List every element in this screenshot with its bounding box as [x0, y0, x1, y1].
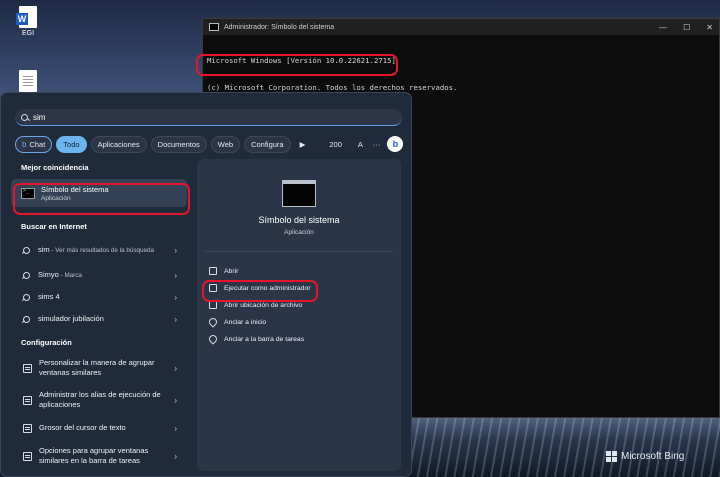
- detail-pane: Símbolo del sistema Aplicación Abrir Eje…: [197, 159, 401, 471]
- filter-all[interactable]: Todo: [56, 135, 87, 153]
- bing-icon[interactable]: b: [387, 136, 404, 152]
- web-result-term: sim: [38, 244, 50, 254]
- web-result[interactable]: sims 4 ›: [11, 286, 187, 308]
- settings-result[interactable]: Grosor del cursor de texto ›: [11, 416, 187, 440]
- filter-chat[interactable]: b Chat: [15, 135, 53, 153]
- action-pin-start[interactable]: Anclar a inicio: [207, 314, 311, 330]
- highlight-command: [196, 54, 398, 76]
- pin-icon: [207, 333, 219, 345]
- chevron-right-icon: ›: [174, 314, 177, 324]
- chevron-right-icon: ›: [174, 270, 177, 280]
- settings-result[interactable]: Opciones para agrupar ventanas similares…: [11, 440, 187, 472]
- action-open[interactable]: Abrir: [209, 263, 311, 279]
- settings-heading: Configuración: [21, 338, 72, 347]
- action-label: Anclar a la barra de tareas: [224, 335, 305, 343]
- web-result[interactable]: sim - Ver más resultados de la búsqueda …: [11, 236, 187, 264]
- folder-icon: [209, 301, 217, 309]
- action-pin-taskbar[interactable]: Anclar a la barra de tareas: [207, 331, 311, 347]
- bing-watermark: Microsoft Bing: [606, 451, 684, 462]
- settings-result-label: Opciones para agrupar ventanas similares…: [39, 446, 149, 465]
- desktop-icon-word-doc[interactable]: EGI: [16, 6, 40, 37]
- wallpaper-forest: [410, 412, 720, 477]
- search-box[interactable]: [15, 109, 402, 126]
- microsoft-logo-icon: [606, 451, 617, 462]
- chevron-right-icon: ›: [174, 451, 177, 461]
- cmd-icon: [209, 23, 219, 31]
- search-filters: b Chat Todo Aplicaciones Documentos Web …: [15, 135, 405, 153]
- filter-web[interactable]: Web: [210, 135, 241, 153]
- font-a-icon[interactable]: A: [355, 136, 366, 153]
- command-prompt-app-icon: [282, 180, 316, 207]
- search-icon: [23, 293, 30, 301]
- minimize-icon[interactable]: —: [659, 23, 667, 32]
- chevron-right-icon: ›: [174, 395, 177, 405]
- filter-apps[interactable]: Aplicaciones: [90, 135, 147, 153]
- search-icon: [23, 271, 30, 279]
- bing-watermark-text: Microsoft Bing: [621, 451, 685, 462]
- settings-result-label: Grosor del cursor de texto: [39, 423, 126, 432]
- chevron-right-icon: ›: [174, 423, 177, 433]
- open-icon: [209, 267, 217, 275]
- settings-result-label: Administrar los alias de ejecución de ap…: [39, 390, 161, 409]
- detail-title: Símbolo del sistema: [258, 215, 340, 225]
- word-doc-icon: [16, 6, 37, 28]
- maximize-icon[interactable]: ☐: [683, 23, 690, 32]
- action-label: Abrir: [224, 267, 239, 275]
- text-cursor-icon: [23, 423, 32, 433]
- search-icon: [23, 315, 30, 323]
- settings-window-icon: [23, 363, 32, 373]
- console-title: Administrador: Símbolo del sistema: [224, 23, 335, 31]
- settings-result[interactable]: Personalizar la manera de agrupar ventan…: [11, 352, 187, 384]
- action-label: Anclar a inicio: [224, 318, 267, 326]
- web-result-term: sims 4: [38, 292, 60, 301]
- action-label: Abrir ubicación de archivo: [224, 301, 303, 309]
- bing-chat-icon: b: [22, 139, 27, 149]
- taskbar-icon: [23, 451, 32, 461]
- filter-settings[interactable]: Configura: [244, 135, 291, 153]
- web-result[interactable]: Simyo - Marca ›: [11, 264, 187, 286]
- desktop-icon-label: EGI: [21, 30, 35, 37]
- best-match-heading: Mejor coincidencia: [21, 163, 89, 172]
- desktop-icon-text-doc[interactable]: [16, 70, 40, 92]
- search-icon: [23, 246, 30, 254]
- detail-actions: Abrir Ejecutar como administrador Abrir …: [207, 263, 311, 347]
- web-result-suffix: - Ver más resultados de la búsqueda: [49, 246, 154, 254]
- web-result-suffix: - Marca: [58, 271, 82, 279]
- settings-result[interactable]: Administrar los alias de ejecución de ap…: [11, 384, 187, 416]
- console-titlebar[interactable]: Administrador: Símbolo del sistema — ☐ ✕: [203, 19, 719, 35]
- filter-chat-label: Chat: [29, 139, 46, 149]
- close-icon[interactable]: ✕: [706, 23, 713, 32]
- points-count[interactable]: 200: [326, 136, 345, 153]
- more-options-icon[interactable]: ···: [370, 136, 384, 153]
- highlight-best-match: [13, 183, 190, 215]
- text-doc-icon: [19, 70, 37, 92]
- pin-icon: [207, 316, 219, 328]
- detail-divider: [205, 251, 393, 252]
- web-search-heading: Buscar en Internet: [21, 222, 87, 231]
- play-icon[interactable]: ▶: [297, 136, 309, 153]
- chevron-right-icon: ›: [174, 363, 177, 373]
- alias-icon: [23, 395, 32, 405]
- filter-documents[interactable]: Documentos: [150, 135, 207, 153]
- detail-subtitle: Aplicación: [284, 229, 314, 236]
- chevron-right-icon: ›: [174, 245, 177, 255]
- console-line-copyright: (c) Microsoft Corporation. Todos los der…: [207, 83, 458, 92]
- search-input[interactable]: [33, 112, 373, 122]
- web-result[interactable]: simulador jubilación ›: [11, 308, 187, 330]
- settings-result-label: Personalizar la manera de agrupar ventan…: [39, 358, 155, 377]
- web-result-term: simulador jubilación: [38, 314, 104, 323]
- highlight-run-as-admin: [202, 280, 318, 302]
- chevron-right-icon: ›: [174, 292, 177, 302]
- search-icon: [21, 113, 28, 121]
- web-result-term: Simyo: [38, 269, 59, 279]
